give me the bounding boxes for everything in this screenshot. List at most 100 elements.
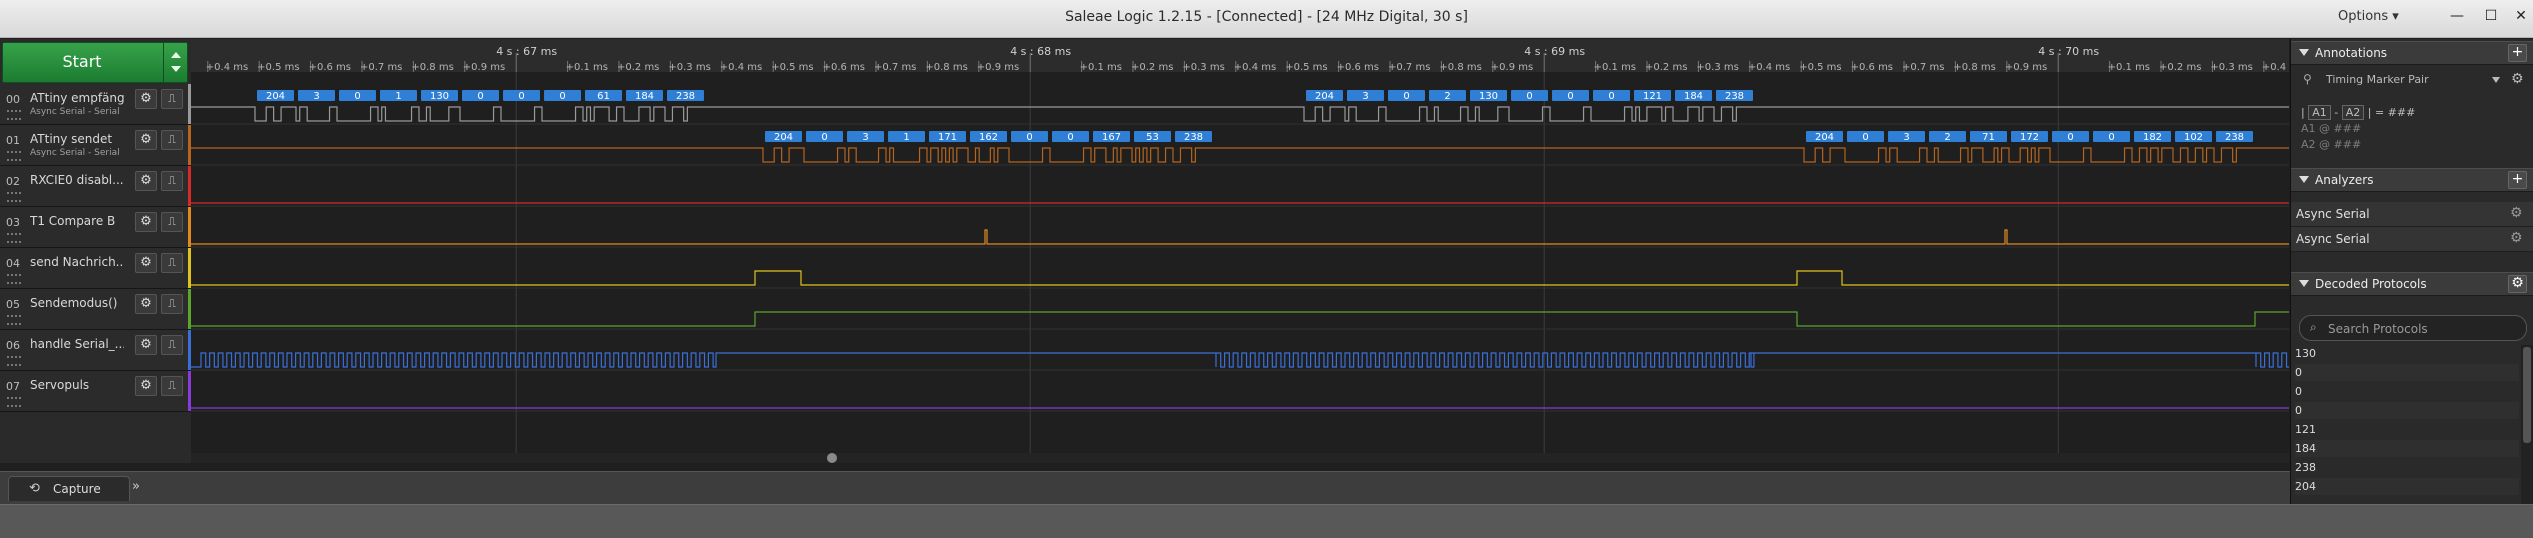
gear-icon[interactable]: ⚙: [135, 294, 157, 314]
gear-icon[interactable]: ⚙: [135, 171, 157, 191]
decoded-frame-value: 204: [1815, 132, 1834, 143]
collapse-triangle-icon[interactable]: [2299, 49, 2309, 56]
gear-icon[interactable]: ⚙: [2508, 275, 2527, 293]
decoded-protocols-header[interactable]: Decoded Protocols ⚙: [2291, 272, 2533, 296]
collapse-triangle-icon[interactable]: [2299, 176, 2309, 183]
drag-handle-icon[interactable]: [7, 397, 21, 407]
drag-handle-icon[interactable]: [7, 233, 21, 243]
gear-icon[interactable]: ⚙: [135, 335, 157, 355]
channel-row[interactable]: 05 Sendemodus() ⚙ ⎍: [0, 289, 192, 330]
marker-a2-label[interactable]: A2: [2341, 105, 2365, 120]
minimize-icon[interactable]: —: [2442, 3, 2472, 29]
channel-row[interactable]: 02 RXCIE0 disabl... ⚙ ⎍: [0, 166, 192, 207]
add-annotation-button[interactable]: +: [2508, 44, 2527, 62]
decoded-row[interactable]: 0: [2295, 402, 2519, 419]
gear-icon[interactable]: ⚙: [2510, 230, 2523, 246]
channel-name[interactable]: RXCIE0 disabl...: [30, 173, 124, 187]
search-protocols-input[interactable]: [2326, 319, 2520, 338]
waveform-view[interactable]: +0.4 ms +0.5 ms +0.6 ms +0.7 ms +0.8 ms +0.9 …: [191, 39, 2289, 463]
decoded-protocols-list: 130 0 0 0 121 184 238 204: [2291, 345, 2519, 504]
minor-tick-label: +0.9 ms: [463, 62, 505, 73]
channel-row[interactable]: 04 send Nachrich... ⚙ ⎍: [0, 248, 192, 289]
drag-handle-icon[interactable]: [7, 274, 21, 284]
marker-difference: | A1 - A2 | = ###: [2301, 105, 2416, 120]
gear-icon[interactable]: ⚙: [135, 130, 157, 150]
decoded-row[interactable]: 0: [2295, 364, 2519, 381]
decoded-row[interactable]: 184: [2295, 440, 2519, 457]
analyzer-item[interactable]: Async Serial ⚙: [2291, 202, 2533, 227]
minor-tick-label: +0.7 ms: [360, 62, 402, 73]
decoded-row[interactable]: 121: [2295, 421, 2519, 438]
trigger-icon[interactable]: ⎍: [161, 212, 183, 232]
decoded-frame-value: 0: [821, 132, 827, 143]
search-icon: ⌕: [2310, 320, 2317, 334]
collapse-triangle-icon[interactable]: [2299, 280, 2309, 287]
scroll-thumb[interactable]: [2523, 347, 2531, 443]
trigger-icon[interactable]: ⎍: [161, 376, 183, 396]
channel-row[interactable]: 06 handle Serial_... ⚙ ⎍: [0, 330, 192, 371]
decoded-row[interactable]: 0: [2295, 383, 2519, 400]
analyzers-header[interactable]: Analyzers +: [2291, 168, 2533, 192]
drag-handle-icon[interactable]: [7, 192, 21, 202]
options-menu-button[interactable]: Options ▾: [2338, 9, 2399, 24]
decoded-row[interactable]: 130: [2295, 345, 2519, 362]
chevron-down-icon[interactable]: [171, 66, 181, 72]
minor-tick-label: +0.5 ms: [1799, 62, 1841, 73]
channel-name[interactable]: handle Serial_...: [30, 337, 124, 351]
chevron-down-icon[interactable]: [2492, 77, 2500, 83]
channel-row[interactable]: 07 Servopuls ⚙ ⎍: [0, 371, 192, 412]
analyzer-item[interactable]: Async Serial ⚙: [2291, 227, 2533, 252]
trigger-icon[interactable]: ⎍: [161, 335, 183, 355]
scroll-thumb[interactable]: [827, 453, 837, 463]
drag-handle-icon[interactable]: [7, 356, 21, 366]
channel-row[interactable]: 00 ATtiny empfängt Async Serial - Serial ⚙ ⎍: [0, 84, 192, 125]
decoded-list-scrollbar[interactable]: [2521, 345, 2533, 504]
search-box[interactable]: ⌕: [2299, 315, 2527, 341]
gear-icon[interactable]: ⚙: [2510, 205, 2523, 221]
channel-panel: Start 00 ATtiny empfängt Async Serial - Se…: [0, 39, 192, 463]
trigger-icon[interactable]: ⎍: [161, 130, 183, 150]
drag-handle-icon[interactable]: [7, 110, 21, 120]
decoded-row[interactable]: 204: [2295, 478, 2519, 495]
decoded-frame-value: 171: [938, 132, 957, 143]
chevron-up-icon[interactable]: [171, 52, 181, 58]
channel-name[interactable]: Servopuls: [30, 378, 124, 392]
annotations-header[interactable]: Annotations +: [2291, 41, 2533, 65]
gear-icon[interactable]: ⚙: [135, 253, 157, 273]
capture-options-spinner[interactable]: [163, 43, 188, 82]
trigger-icon[interactable]: ⎍: [161, 171, 183, 191]
minor-tick-label: +0.4 ms: [2262, 62, 2289, 73]
channel-row[interactable]: 03 T1 Compare B ⚙ ⎍: [0, 207, 192, 248]
channel-name[interactable]: Sendemodus(): [30, 296, 124, 310]
gear-icon[interactable]: ⚙: [135, 89, 157, 109]
timing-marker-pair[interactable]: ⚲ Timing Marker Pair ⚙: [2301, 70, 2529, 90]
channel-name[interactable]: ATtiny empfängt: [30, 91, 124, 105]
decoded-frame-value: 204: [774, 132, 793, 143]
channel-row[interactable]: 01 ATtiny sendet Async Serial - Serial ⚙ ⎍: [0, 125, 192, 166]
drag-handle-icon[interactable]: [7, 315, 21, 325]
add-analyzer-button[interactable]: +: [2508, 171, 2527, 189]
drag-handle-icon[interactable]: [7, 151, 21, 161]
annotations-title: Annotations: [2315, 46, 2388, 60]
minor-tick-label: +0.1 ms: [566, 62, 608, 73]
tab-capture[interactable]: ⟲ Capture: [8, 476, 130, 501]
decoded-row[interactable]: 238: [2295, 459, 2519, 476]
trigger-icon[interactable]: ⎍: [161, 294, 183, 314]
gear-icon[interactable]: ⚙: [135, 376, 157, 396]
trigger-icon[interactable]: ⎍: [161, 89, 183, 109]
start-capture-button[interactable]: Start: [2, 42, 188, 83]
marker-a1-label[interactable]: A1: [2308, 105, 2331, 120]
horizontal-scrollbar[interactable]: [191, 453, 2289, 463]
close-icon[interactable]: ✕: [2506, 3, 2533, 29]
decoded-frame-value: 1: [395, 91, 401, 102]
channel-name[interactable]: send Nachrich...: [30, 255, 124, 269]
more-tabs-icon[interactable]: »: [132, 479, 140, 494]
channel-name[interactable]: T1 Compare B: [30, 214, 124, 228]
gear-icon[interactable]: ⚙: [2511, 71, 2524, 87]
maximize-icon[interactable]: ☐: [2476, 3, 2506, 29]
major-time-label: 4 s : 67 ms: [496, 45, 557, 58]
trigger-icon[interactable]: ⎍: [161, 253, 183, 273]
gear-icon[interactable]: ⚙: [135, 212, 157, 232]
waveform-background: [191, 39, 2289, 463]
channel-name[interactable]: ATtiny sendet: [30, 132, 124, 146]
